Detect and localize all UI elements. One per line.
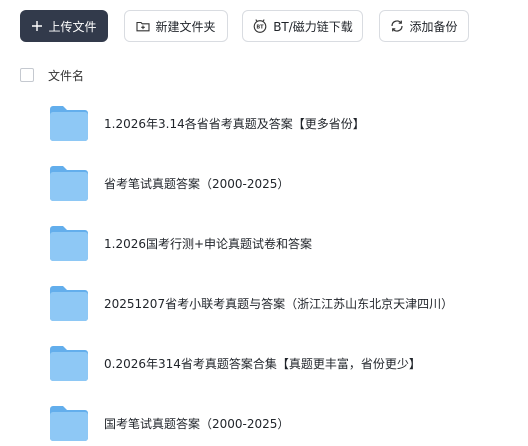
svg-text:BT: BT bbox=[257, 25, 265, 31]
new-folder-button[interactable]: 新建文件夹 bbox=[124, 10, 228, 42]
new-folder-icon bbox=[136, 20, 151, 32]
file-name[interactable]: 20251207省考小联考真题与答案（浙江江苏山东北京天津四川） bbox=[104, 295, 453, 312]
new-folder-button-label: 新建文件夹 bbox=[155, 19, 216, 34]
folder-icon bbox=[50, 106, 88, 141]
select-all-checkbox[interactable] bbox=[20, 68, 34, 82]
add-backup-button-label: 添加备份 bbox=[409, 19, 458, 34]
file-row[interactable]: 省考笔试真题答案（2000-2025） bbox=[0, 154, 528, 214]
file-name[interactable]: 国考笔试真题答案（2000-2025） bbox=[104, 415, 289, 432]
file-name[interactable]: 省考笔试真题答案（2000-2025） bbox=[104, 175, 289, 192]
bt-download-button-label: BT/磁力链下载 bbox=[273, 19, 353, 34]
folder-icon bbox=[50, 406, 88, 441]
file-name[interactable]: 1.2026国考行测+申论真题试卷和答案 bbox=[104, 235, 312, 252]
file-name[interactable]: 0.2026年314省考真题答案合集【真题更丰富，省份更少】 bbox=[104, 355, 421, 372]
file-row[interactable]: 1.2026年3.14各省省考真题及答案【更多省份】 bbox=[0, 94, 528, 154]
column-header-filename[interactable]: 文件名 bbox=[48, 67, 84, 84]
upload-button[interactable]: 上传文件 bbox=[20, 10, 108, 42]
plus-icon bbox=[31, 20, 43, 32]
toolbar: 上传文件 新建文件夹 BT BT/磁力链下载 添加备份 bbox=[0, 0, 528, 56]
folder-icon bbox=[50, 346, 88, 381]
file-row[interactable]: 1.2026国考行测+申论真题试卷和答案 bbox=[0, 214, 528, 274]
backup-sync-icon bbox=[390, 19, 404, 33]
bt-download-button[interactable]: BT BT/磁力链下载 bbox=[242, 10, 363, 42]
upload-button-label: 上传文件 bbox=[48, 19, 97, 34]
list-header: 文件名 bbox=[0, 60, 528, 90]
add-backup-button[interactable]: 添加备份 bbox=[379, 10, 469, 42]
file-name[interactable]: 1.2026年3.14各省省考真题及答案【更多省份】 bbox=[104, 115, 365, 132]
file-row[interactable]: 20251207省考小联考真题与答案（浙江江苏山东北京天津四川） bbox=[0, 274, 528, 334]
folder-icon bbox=[50, 226, 88, 261]
folder-icon bbox=[50, 286, 88, 321]
file-row[interactable]: 国考笔试真题答案（2000-2025） bbox=[0, 394, 528, 446]
file-row[interactable]: 0.2026年314省考真题答案合集【真题更丰富，省份更少】 bbox=[0, 334, 528, 394]
folder-icon bbox=[50, 166, 88, 201]
bt-icon: BT bbox=[252, 19, 268, 33]
